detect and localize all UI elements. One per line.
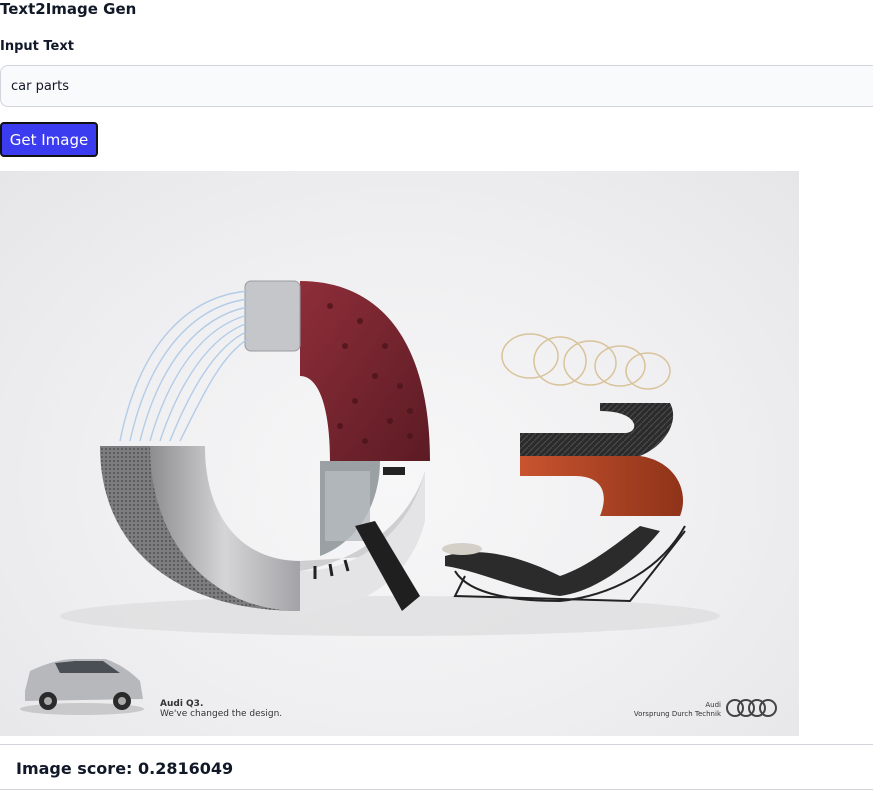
image-score: Image score: 0.2816049 [16,759,234,778]
three-sculpture [442,333,686,603]
brand-slogan: Vorsprung Durch Technik [634,710,722,718]
q-sculpture [100,280,430,611]
car-image [20,659,144,715]
ad-caption-subtitle: We've changed the design. [160,709,282,719]
get-image-button[interactable]: Get Image [0,122,98,157]
score-panel: Image score: 0.2816049 [0,744,873,790]
audi-rings-logo [726,699,777,717]
input-text-field[interactable] [0,65,873,107]
generated-image: Audi Q3. We've changed the design. Audi … [0,171,799,736]
app-title: Text2Image Gen [0,0,137,18]
brand-name: Audi [705,701,721,709]
ad-caption-title: Audi Q3. [160,699,203,709]
input-text-label: Input Text [0,39,74,54]
